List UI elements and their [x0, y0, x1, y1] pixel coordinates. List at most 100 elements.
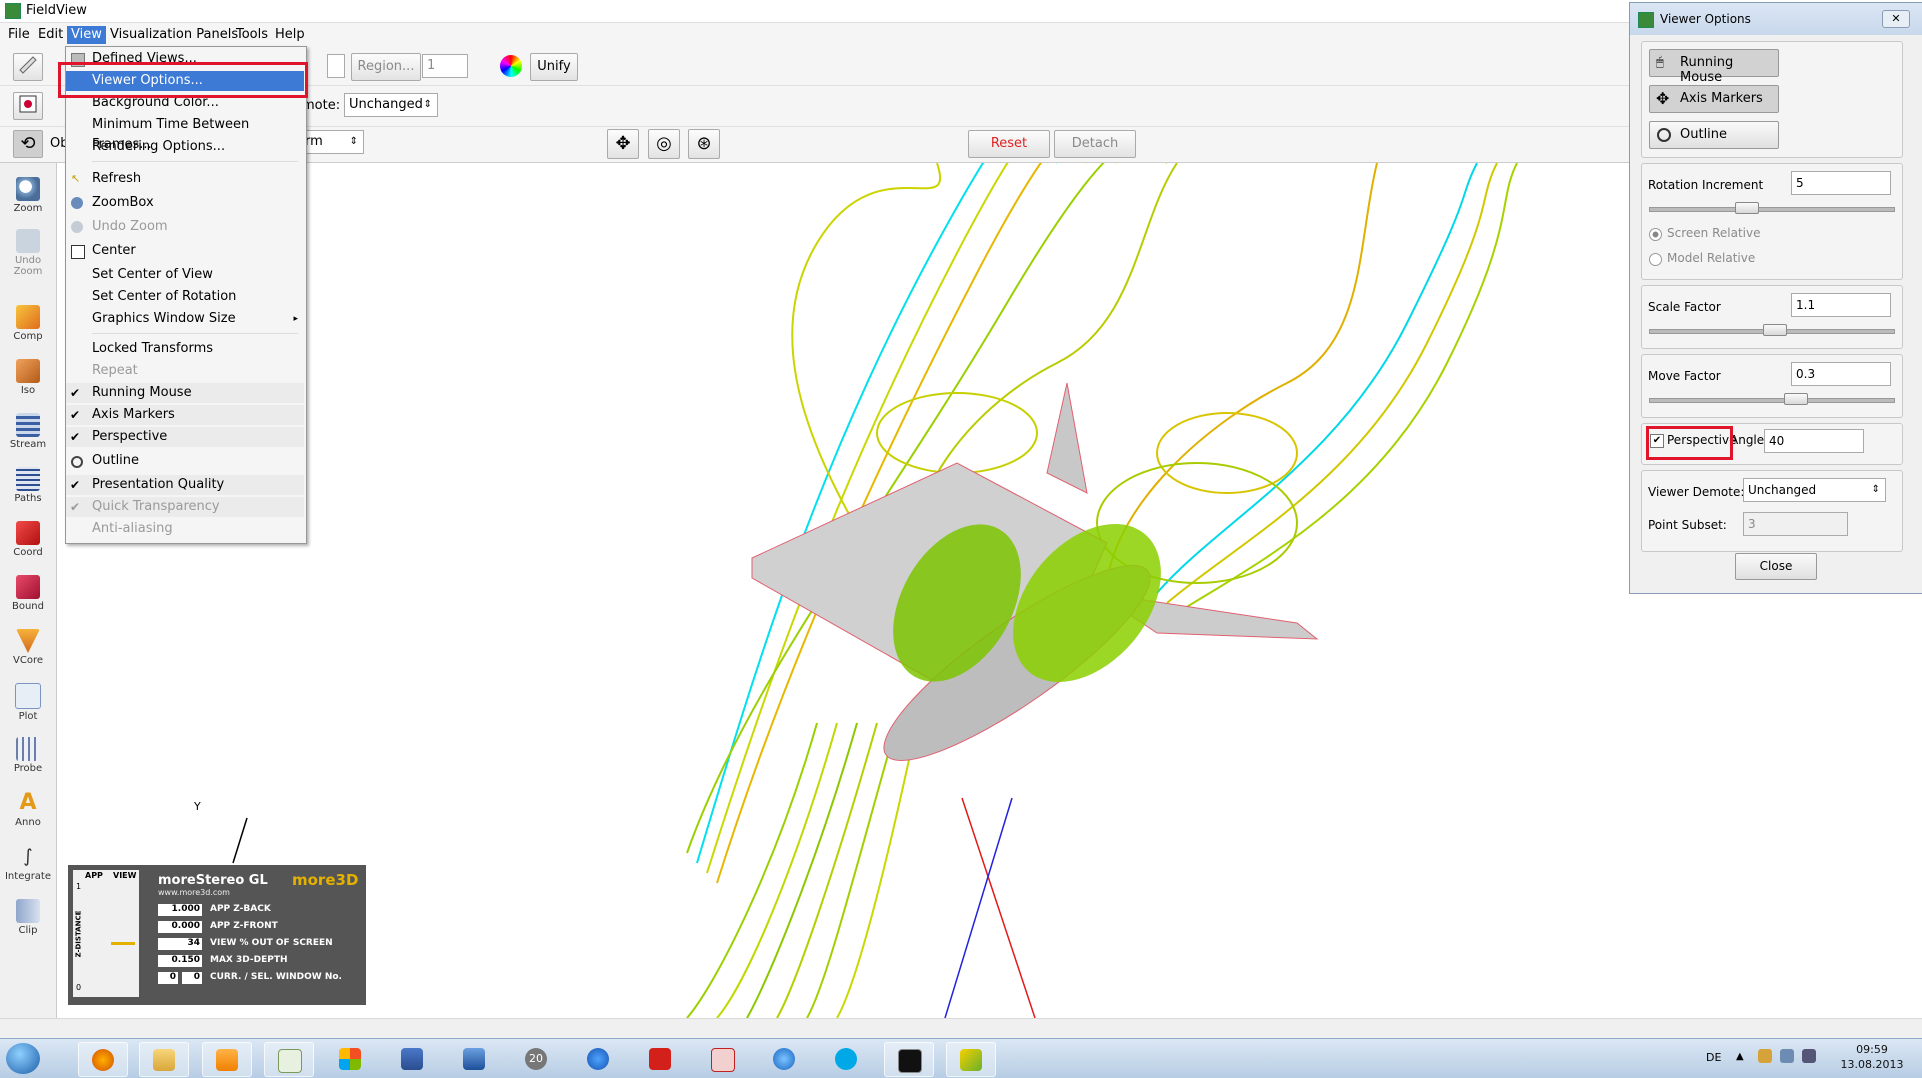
menu-item-locked-transforms[interactable]: Locked Transforms [66, 339, 304, 359]
transform-select[interactable]: rm ⇕ [300, 130, 364, 154]
taskbar-windows-app[interactable] [326, 1042, 374, 1075]
taskbar-install-app[interactable] [388, 1042, 436, 1075]
probe-tool[interactable]: Probe [0, 737, 56, 774]
scale-factor-field[interactable]: 1.1 [1791, 293, 1891, 317]
viewer-target-icon[interactable] [13, 92, 43, 120]
taskbar-chart-app[interactable] [264, 1042, 314, 1077]
angle-field[interactable]: 40 [1764, 429, 1864, 453]
integrate-tool[interactable]: ∫ Integrate [0, 845, 56, 882]
move-factor-slider[interactable] [1649, 398, 1895, 403]
reset-button[interactable]: Reset [968, 130, 1050, 158]
zoom-globe-icon[interactable]: ⊛ [688, 129, 720, 159]
running-mouse-toggle[interactable]: 🖱 Running Mouse [1649, 49, 1779, 85]
menu-item-anti-aliasing[interactable]: Anti-aliasing [66, 519, 304, 539]
tray-app-icon[interactable] [1758, 1049, 1772, 1063]
menu-item-running-mouse[interactable]: ✔ Running Mouse [66, 383, 304, 403]
region-spin-partial[interactable] [327, 54, 345, 78]
menu-item-set-center-of-rotation[interactable]: Set Center of Rotation [66, 287, 304, 307]
unify-button[interactable]: Unify [530, 53, 578, 81]
comp-tool[interactable]: Comp [0, 305, 56, 342]
check-icon: ✔ [70, 430, 81, 444]
close-button[interactable]: Close [1735, 553, 1817, 580]
zoom-tool[interactable]: Zoom [0, 177, 56, 214]
menu-item-set-center-of-view[interactable]: Set Center of View [66, 265, 304, 285]
point-subset-field[interactable]: 3 [1743, 512, 1848, 536]
anno-tool[interactable]: A Anno [0, 791, 56, 829]
network-tray-icon[interactable] [1780, 1049, 1794, 1063]
scale-slider-knob[interactable] [1763, 324, 1787, 336]
language-indicator[interactable]: DE [1706, 1051, 1721, 1064]
taskbar-firefox[interactable] [78, 1042, 128, 1077]
taskbar-help-app[interactable] [574, 1042, 622, 1075]
menu-edit[interactable]: Edit [34, 26, 67, 44]
model-relative-radio[interactable] [1649, 253, 1662, 266]
menu-file[interactable]: File [4, 26, 34, 44]
menu-item-quick-transparency[interactable]: ✔ Quick Transparency [66, 497, 304, 517]
menu-help[interactable]: Help [271, 26, 309, 44]
taskbar-explorer[interactable] [139, 1042, 189, 1077]
menu-item-outline[interactable]: Outline [66, 451, 304, 471]
undo-zoom-tool[interactable]: Undo Zoom [0, 229, 56, 277]
rotate-mode-button[interactable]: ⟲ [13, 130, 43, 158]
rotation-increment-slider[interactable] [1649, 207, 1895, 212]
taskbar-ie[interactable] [760, 1042, 808, 1075]
screen-relative-radio[interactable] [1649, 228, 1662, 241]
stream-tool[interactable]: Stream [0, 413, 56, 450]
coord-tool[interactable]: Coord [0, 521, 56, 558]
stereo-row-value[interactable]: 0.150 [158, 955, 202, 967]
paths-tool[interactable]: Paths [0, 467, 56, 504]
taskbar-outlook[interactable] [202, 1042, 252, 1077]
taskbar-megacad[interactable] [698, 1042, 746, 1075]
current-window-value[interactable]: 0 [158, 972, 178, 984]
menu-item-presentation-quality[interactable]: ✔ Presentation Quality [66, 475, 304, 495]
menu-item-axis-markers[interactable]: ✔ Axis Markers [66, 405, 304, 425]
start-button-icon[interactable] [6, 1043, 40, 1074]
menu-visualization-panels[interactable]: Visualization Panels [106, 26, 242, 44]
tray-expand-icon[interactable]: ▲ [1736, 1051, 1744, 1062]
plot-tool[interactable]: Plot [0, 683, 56, 722]
taskbar-d-app[interactable] [636, 1042, 684, 1075]
rotation-slider-knob[interactable] [1735, 202, 1759, 214]
move-arrows-icon[interactable]: ✥ [607, 129, 639, 159]
stereo-row-value[interactable]: 34 [158, 938, 202, 950]
open-file-button[interactable] [13, 53, 43, 81]
menu-item-graphics-window-size[interactable]: Graphics Window Size ▸ [66, 309, 304, 329]
menu-item-undo-zoom[interactable]: Undo Zoom [66, 217, 304, 237]
menu-item-center[interactable]: Center [66, 241, 304, 261]
bound-tool[interactable]: Bound [0, 575, 56, 612]
menu-tools[interactable]: Tools [232, 26, 272, 44]
selected-window-value[interactable]: 0 [182, 972, 202, 984]
region-value-field[interactable]: 1 [422, 54, 468, 78]
taskbar-network-app[interactable] [450, 1042, 498, 1075]
volume-icon[interactable] [1802, 1049, 1816, 1063]
menu-item-zoombox[interactable]: ZoomBox [66, 193, 304, 213]
close-icon[interactable]: ✕ [1882, 10, 1910, 28]
stereo-row-value[interactable]: 1.000 [158, 904, 202, 916]
menu-item-refresh[interactable]: ↖ Refresh [66, 169, 304, 189]
menu-item-perspective[interactable]: ✔ Perspective [66, 427, 304, 447]
region-button[interactable]: Region... [351, 53, 421, 81]
clip-tool[interactable]: Clip [0, 899, 56, 936]
move-slider-knob[interactable] [1784, 393, 1808, 405]
color-wheel-icon[interactable] [500, 55, 522, 77]
stereo-row-value[interactable]: 0.000 [158, 921, 202, 933]
sphere-icon[interactable]: ◎ [648, 129, 680, 159]
system-clock[interactable]: 09:59 13.08.2013 [1832, 1042, 1912, 1072]
taskbar-counter-app[interactable]: 20 [512, 1042, 560, 1075]
viewer-demote-select[interactable]: Unchanged ⇕ [1743, 478, 1886, 502]
menu-view[interactable]: View [67, 26, 106, 44]
menu-item-rendering-options[interactable]: Rendering Options... [66, 137, 304, 157]
rotation-increment-field[interactable]: 5 [1791, 171, 1891, 195]
taskbar-fieldview[interactable] [946, 1042, 996, 1077]
taskbar-skype[interactable] [822, 1042, 870, 1075]
axis-markers-toggle[interactable]: ✥ Axis Markers [1649, 85, 1779, 113]
detach-button[interactable]: Detach [1054, 130, 1136, 158]
move-factor-field[interactable]: 0.3 [1791, 362, 1891, 386]
menu-item-min-time-frames[interactable]: Minimum Time Between Frames... [66, 115, 304, 152]
demote-select[interactable]: Unchanged ⇕ [344, 93, 438, 117]
vcore-tool[interactable]: VCore [0, 629, 56, 666]
iso-tool[interactable]: Iso [0, 359, 56, 396]
menu-item-repeat[interactable]: Repeat [66, 361, 304, 381]
taskbar-cmd[interactable] [884, 1042, 934, 1077]
outline-toggle[interactable]: Outline [1649, 121, 1779, 149]
